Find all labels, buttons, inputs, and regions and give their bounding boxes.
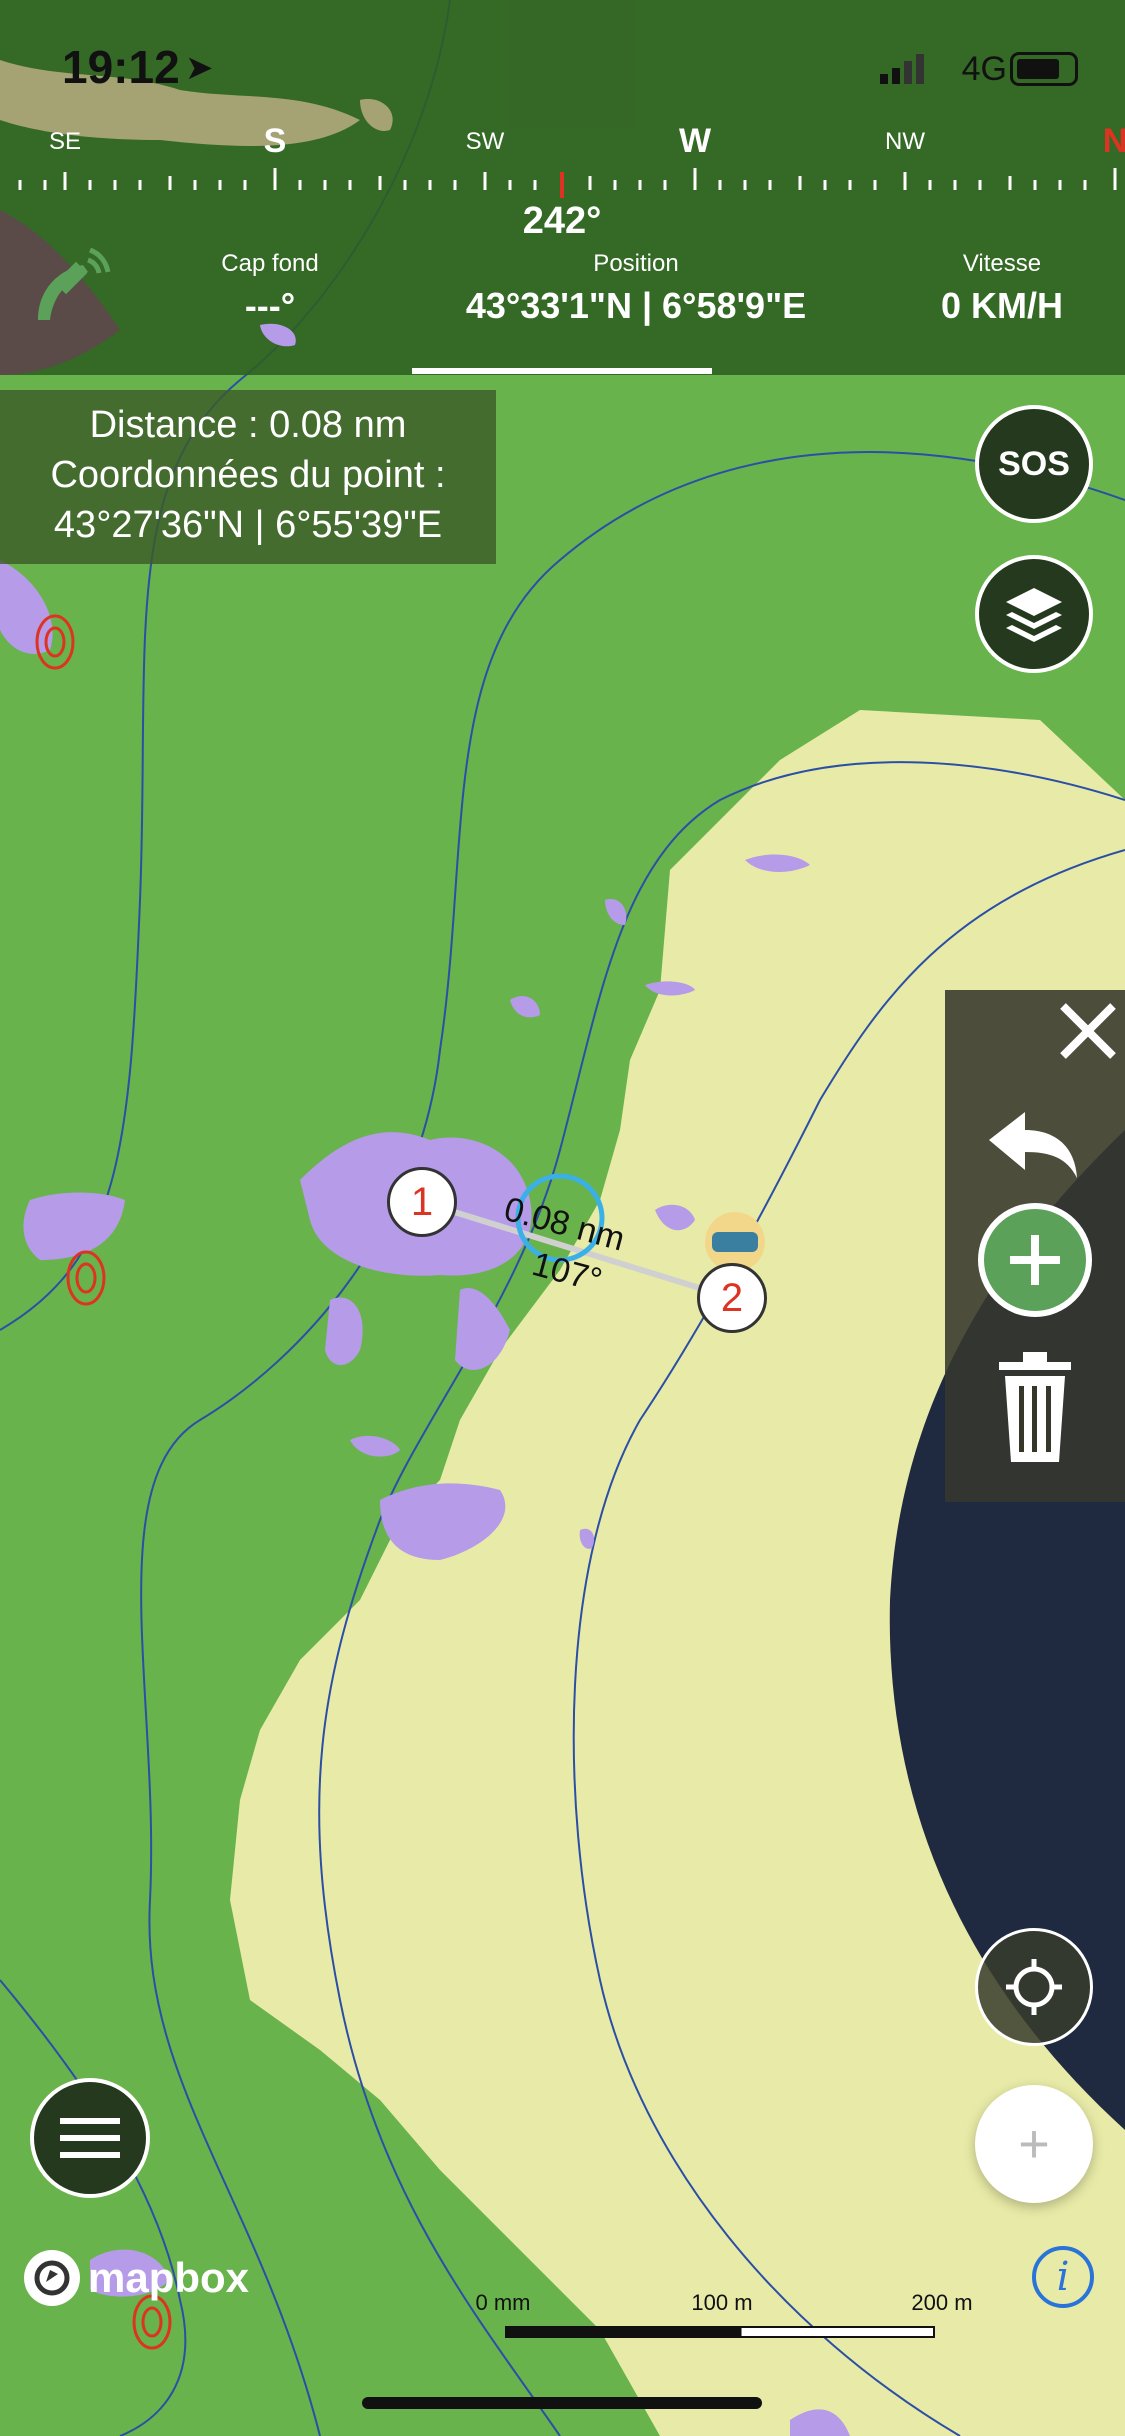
zoom-in-button[interactable]: + xyxy=(975,2085,1093,2203)
compass-label-s: S xyxy=(263,122,287,160)
info-icon[interactable]: i xyxy=(1032,2246,1094,2308)
trash-icon[interactable] xyxy=(995,1350,1075,1466)
scale-label-200: 200 m xyxy=(911,2290,973,2315)
scale-label-100: 100 m xyxy=(691,2290,753,2315)
scale-label-0: 0 mm xyxy=(475,2290,531,2315)
waypoint-1[interactable]: 1 xyxy=(387,1167,457,1237)
menu-button[interactable] xyxy=(30,2078,150,2198)
sos-button[interactable]: SOS xyxy=(975,405,1093,523)
status-time: 19:12 xyxy=(62,41,180,93)
vitesse-label: Vitesse xyxy=(962,250,1042,277)
crosshair-icon xyxy=(1006,1959,1062,2015)
selected-tab-indicator xyxy=(412,368,712,374)
plus-icon xyxy=(1010,1235,1060,1285)
mapbox-attribution[interactable]: mapbox xyxy=(24,2250,249,2306)
compass-label-n: N xyxy=(1102,122,1125,160)
mapbox-logo-icon xyxy=(24,2250,80,2306)
battery-icon xyxy=(1010,52,1078,86)
vitesse-value: 0 KM/H xyxy=(940,285,1064,326)
signal-icon xyxy=(880,54,928,89)
compass-label-sw: SW xyxy=(465,128,505,155)
compass-label-se: SE xyxy=(48,128,82,155)
layers-button[interactable] xyxy=(975,555,1093,673)
cap-fond-value: ---° xyxy=(244,285,296,326)
compass-ticks xyxy=(18,168,1117,198)
compass-label-nw: NW xyxy=(885,128,925,155)
cap-fond-label: Cap fond xyxy=(221,250,319,277)
undo-icon[interactable] xyxy=(985,1110,1081,1180)
mapbox-wordmark: mapbox xyxy=(88,2254,250,2301)
distance-text: Distance : 0.08 nm xyxy=(89,404,407,446)
network-type: 4G xyxy=(961,50,1007,88)
waypoint-2[interactable]: 2 xyxy=(697,1263,767,1333)
layers-icon xyxy=(1006,588,1062,642)
hamburger-icon xyxy=(60,2118,120,2158)
heading-value: 242° xyxy=(522,200,602,242)
coords-value: 43°27'36"N | 6°55'39"E xyxy=(53,504,443,546)
satellite-icon[interactable] xyxy=(28,240,118,335)
position-label[interactable]: Position xyxy=(593,250,678,278)
home-indicator[interactable] xyxy=(362,2397,762,2409)
coords-label: Coordonnées du point : xyxy=(50,454,446,496)
compass-label-w: W xyxy=(678,122,712,160)
add-point-button[interactable] xyxy=(978,1203,1092,1317)
scale-bar xyxy=(505,2326,935,2338)
top-header: 19:12 ➤ 4G SE S SW W NW N 242° Cap fond … xyxy=(0,0,1125,375)
location-arrow-icon: ➤ xyxy=(185,49,214,87)
locate-button[interactable] xyxy=(975,1928,1093,2046)
point-info-box: Distance : 0.08 nm Coordonnées du point … xyxy=(0,390,496,564)
position-value[interactable]: 43°33'1"N | 6°58'9"E xyxy=(466,285,806,327)
close-icon[interactable] xyxy=(1055,998,1121,1064)
